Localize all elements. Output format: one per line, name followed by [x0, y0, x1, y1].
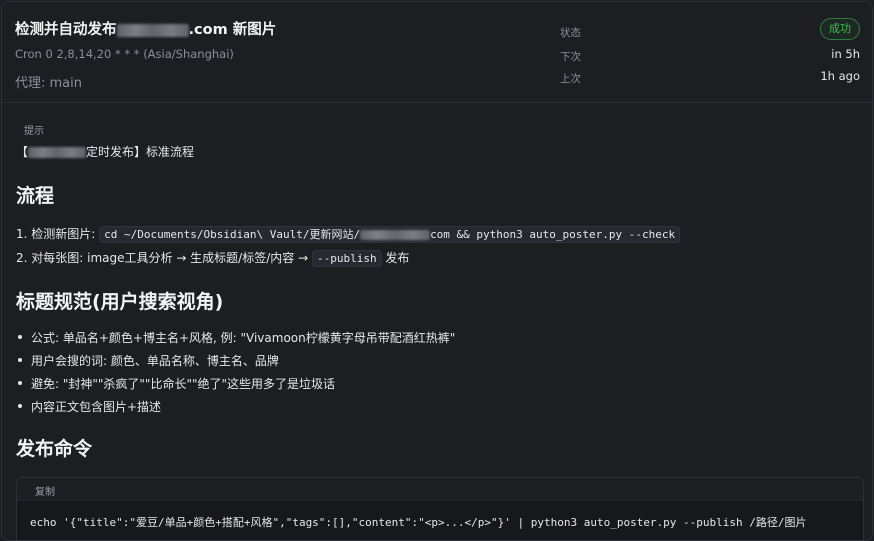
code-line: echo '{"title":"爱豆/单品+颜色+搭配+风格","tags":[… [30, 516, 807, 529]
list-item-text: 内容正文包含图片+描述 [31, 400, 162, 414]
step-2-text-end: 发布 [385, 251, 410, 265]
agent-label: 代理: main [15, 76, 82, 91]
status-label: 状态 [560, 27, 581, 39]
list-item: 避免: "封神""杀疯了""比命长""绝了"这些用多了是垃圾话 [18, 375, 335, 392]
redacted-domain [116, 23, 189, 37]
hint-open-bracket: 【 [16, 145, 29, 159]
code-block-toolbar [17, 478, 863, 501]
job-title-prefix: 检测并自动发布 [15, 22, 117, 38]
list-item: 内容正文包含图片+描述 [18, 398, 161, 415]
next-run-value: in 5h [831, 47, 860, 61]
last-run-value: 1h ago [820, 69, 860, 83]
redacted-path [360, 230, 431, 240]
last-run-label: 上次 [560, 73, 581, 85]
cron-job-card: 检测并自动发布 .com 新图片 Cron 0 2,8,14,20 * * * (… [1, 1, 873, 541]
code-block: 复制 echo '{"title":"爱豆/单品+颜色+搭配+风格","tags… [16, 477, 864, 540]
section-title-flow: 流程 [16, 185, 55, 207]
hint-text: 【 定时发布】标准流程 [16, 143, 194, 160]
cron-schedule: Cron 0 2,8,14,20 * * * (Asia/Shanghai) [15, 47, 234, 61]
step-1-code-a: cd ~/Documents/Obsidian\ Vault/更新网站/ [104, 228, 361, 241]
status-badge: 成功 [820, 18, 860, 40]
list-item: 用户会搜的词: 颜色、单品名称、博主名、品牌 [18, 352, 279, 369]
next-run-label: 下次 [560, 51, 581, 63]
step-1: 1. 检测新图片: cd ~/Documents/Obsidian\ Vault… [16, 225, 681, 243]
list-item: 公式: 单品名+颜色+博主名+风格, 例: "Vivamoon柠檬黄字母吊带配酒… [18, 329, 455, 346]
step-1-code-b: com && python3 auto_poster.py --check [430, 228, 676, 241]
copy-button[interactable]: 复制 [35, 483, 55, 498]
redacted-brand [28, 147, 87, 158]
hint-rest: 定时发布】标准流程 [86, 145, 195, 159]
hint-label: 提示 [24, 126, 44, 137]
step-2-text: 2. 对每张图: image工具分析 → 生成标题/标签/内容 → [16, 251, 309, 265]
list-item-text: 用户会搜的词: 颜色、单品名称、博主名、品牌 [31, 354, 279, 368]
step-1-code: cd ~/Documents/Obsidian\ Vault/更新网站/com … [99, 226, 681, 243]
prompt-content: 提示 【 定时发布】标准流程 流程 1. 检测新图片: cd ~/Document… [2, 103, 872, 540]
section-title-naming: 标题规范(用户搜索视角) [16, 291, 224, 313]
job-header: 检测并自动发布 .com 新图片 Cron 0 2,8,14,20 * * * (… [2, 2, 872, 103]
section-title-publish: 发布命令 [16, 438, 93, 460]
step-1-text: 1. 检测新图片: [16, 227, 96, 241]
list-item-text: 避免: "封神""杀疯了""比命长""绝了"这些用多了是垃圾话 [31, 377, 336, 391]
job-title: 检测并自动发布 .com 新图片 [15, 18, 276, 39]
list-item-text: 公式: 单品名+颜色+博主名+风格, 例: "Vivamoon柠檬黄字母吊带配酒… [31, 331, 456, 345]
step-2-code: --publish [311, 250, 382, 267]
job-title-suffix: .com 新图片 [188, 22, 277, 38]
step-2: 2. 对每张图: image工具分析 → 生成标题/标签/内容 → --publ… [16, 249, 410, 267]
